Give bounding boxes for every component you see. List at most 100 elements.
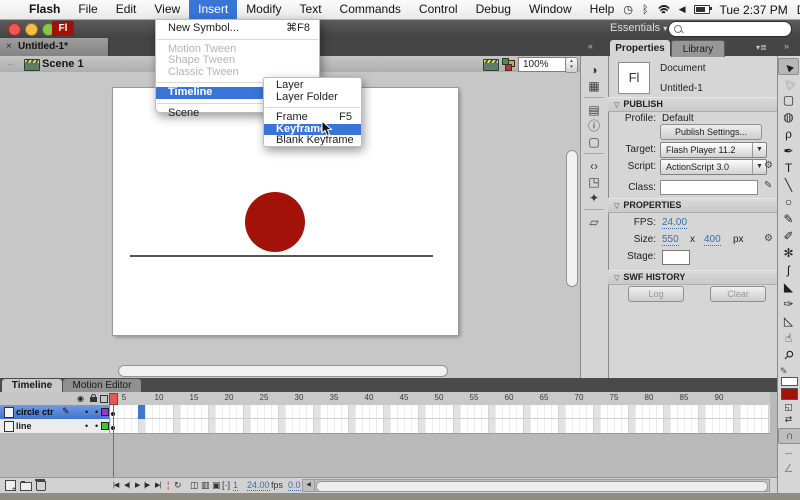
menu-view[interactable]: View xyxy=(145,0,189,19)
search-input[interactable] xyxy=(668,21,792,37)
lock-dot[interactable]: • xyxy=(95,421,98,431)
bone-tool[interactable]: ʃ xyxy=(778,262,799,279)
playhead-marker[interactable] xyxy=(109,393,118,405)
workspace-switcher[interactable]: Essentials ▾ xyxy=(610,22,667,34)
menu-file[interactable]: File xyxy=(69,0,106,19)
tab-motion-editor[interactable]: Motion Editor xyxy=(63,379,141,392)
menu-insert[interactable]: Insert xyxy=(189,0,237,19)
visibility-dot[interactable]: • xyxy=(85,421,88,431)
target-dropdown[interactable]: Flash Player 11.2▼ xyxy=(660,142,767,158)
layer-outline-color-swatch[interactable] xyxy=(101,408,109,416)
size-width-value[interactable]: 550 xyxy=(662,234,679,246)
snap-to-objects-magnet-icon[interactable]: ∩ xyxy=(778,428,800,444)
script-dropdown[interactable]: ActionScript 3.0▼ xyxy=(660,159,767,175)
zoom-tool[interactable]: ⚲ xyxy=(778,347,799,364)
menubar-clock[interactable]: Tue 2:37 PM xyxy=(719,3,787,17)
zoom-stepper[interactable]: ▴▾ xyxy=(565,57,578,73)
class-edit-pencil-icon[interactable]: ✎ xyxy=(764,180,772,191)
timeline-scrollbar[interactable]: ◀ xyxy=(302,479,770,492)
menu-edit[interactable]: Edit xyxy=(107,0,146,19)
smooth-option-icon[interactable]: ∽ xyxy=(778,447,799,460)
volume-icon[interactable]: ◀ xyxy=(679,4,686,15)
script-settings-wrench-icon[interactable]: ⚙ xyxy=(764,160,773,171)
menu-control[interactable]: Control xyxy=(410,0,467,19)
frame-grid[interactable] xyxy=(110,405,770,434)
bluetooth-icon[interactable]: ᛒ xyxy=(642,4,649,16)
menu-item-new-symbol[interactable]: New Symbol... ⌘F8 xyxy=(156,23,319,35)
lock-icon[interactable] xyxy=(90,397,97,402)
section-properties[interactable]: ▽PROPERTIES xyxy=(608,198,777,213)
free-transform-tool[interactable]: ▢ xyxy=(778,92,799,109)
eraser-tool[interactable]: ◺ xyxy=(778,313,799,330)
stroke-color-swatch[interactable] xyxy=(781,377,798,386)
pencil-tool[interactable]: ✎ xyxy=(778,211,799,228)
frame-number-strip[interactable]: 51015202530354045505560657075808590 xyxy=(110,392,770,406)
scene-breadcrumb[interactable]: Scene 1 xyxy=(42,58,84,70)
go-to-first-frame-button[interactable]: |◀ xyxy=(113,481,118,489)
edit-symbols-icon[interactable] xyxy=(502,58,516,70)
swap-colors-icon[interactable]: ⇄ xyxy=(778,414,799,425)
stage-circle-shape[interactable] xyxy=(245,192,305,252)
edit-scene-icon[interactable] xyxy=(483,59,499,71)
menu-window[interactable]: Window xyxy=(520,0,581,19)
menu-flash[interactable]: Flash xyxy=(20,0,69,19)
new-folder-icon[interactable] xyxy=(20,482,32,491)
stage-color-swatch[interactable] xyxy=(662,250,690,265)
fps-value[interactable]: 24.00 xyxy=(662,217,687,229)
menu-debug[interactable]: Debug xyxy=(467,0,520,19)
pen-tool[interactable]: ✒ xyxy=(778,143,799,160)
loop-icon[interactable]: ↻ xyxy=(174,480,182,491)
panel-menu-icon[interactable]: ▾≣ xyxy=(756,43,767,52)
layer-name[interactable]: circle ctr xyxy=(16,407,54,417)
straighten-option-icon[interactable]: ∠ xyxy=(778,462,799,475)
selection-tool[interactable]: ▲ xyxy=(778,58,799,75)
onion-skin-outlines-icon[interactable]: ▥ xyxy=(201,480,210,491)
battery-icon[interactable] xyxy=(694,5,710,14)
delete-layer-trash-icon[interactable] xyxy=(36,481,46,491)
color-panel-icon[interactable]: ◑ xyxy=(580,62,608,78)
back-arrow-icon[interactable]: ← xyxy=(5,57,16,69)
layer-row-circle-ctr[interactable]: circle ctr ✎ • • xyxy=(0,405,110,419)
tab-timeline[interactable]: Timeline xyxy=(2,379,62,392)
playhead-line[interactable] xyxy=(113,405,114,477)
document-name[interactable]: Untitled-1 xyxy=(660,83,703,94)
horizontal-scrollbar[interactable] xyxy=(118,365,448,377)
stage-line-shape[interactable] xyxy=(130,255,433,257)
step-forward-button[interactable]: |▶ xyxy=(144,481,149,489)
play-button[interactable]: ▶ xyxy=(135,481,139,489)
window-close-button[interactable] xyxy=(8,23,21,36)
3d-rotation-tool[interactable]: ◍ xyxy=(778,109,799,126)
hand-tool[interactable]: ☝ xyxy=(778,330,799,347)
black-white-colors-icon[interactable]: ◱ xyxy=(778,402,799,413)
wifi-icon[interactable] xyxy=(658,5,670,14)
frame-rate-value[interactable]: 24.00 xyxy=(247,480,270,491)
menu-text[interactable]: Text xyxy=(291,0,331,19)
paint-bucket-tool[interactable]: ◣ xyxy=(778,279,799,296)
deco-tool[interactable]: ✻ xyxy=(778,245,799,262)
submenu-item-blank-keyframe[interactable]: Blank Keyframe xyxy=(264,135,361,147)
modify-markers-icon[interactable]: [·] xyxy=(222,480,230,490)
swatches-panel-icon[interactable]: ▦ xyxy=(580,78,608,94)
vertical-scrollbar[interactable] xyxy=(566,150,578,287)
time-machine-icon[interactable]: ◷ xyxy=(623,3,633,16)
center-frame-icon[interactable]: ¦ xyxy=(167,480,169,490)
line-tool[interactable]: ╲ xyxy=(778,177,799,194)
section-swf-history[interactable]: ▽SWF HISTORY xyxy=(608,270,777,285)
lock-dot[interactable]: • xyxy=(95,407,98,417)
go-to-last-frame-button[interactable]: ▶| xyxy=(155,481,160,489)
brush-tool[interactable]: ✐ xyxy=(778,228,799,245)
zoom-level-field[interactable]: 100% xyxy=(518,57,568,72)
text-tool[interactable]: T xyxy=(778,160,799,177)
scroll-left-icon[interactable]: ◀ xyxy=(303,480,315,491)
outline-square-icon[interactable] xyxy=(100,395,108,403)
timeline-scroll-thumb[interactable] xyxy=(316,481,768,492)
new-layer-icon[interactable] xyxy=(5,480,16,491)
swf-log-button[interactable]: Log xyxy=(628,286,684,302)
section-publish[interactable]: ▽PUBLISH xyxy=(608,97,777,112)
layer-name[interactable]: line xyxy=(16,421,32,431)
collapse-panels-icon[interactable]: « xyxy=(588,41,593,51)
publish-settings-button[interactable]: Publish Settings... xyxy=(660,124,762,140)
size-height-value[interactable]: 400 xyxy=(704,234,721,246)
edit-multiple-frames-icon[interactable]: ▣ xyxy=(212,480,221,491)
selected-frame-cell[interactable] xyxy=(138,405,145,419)
